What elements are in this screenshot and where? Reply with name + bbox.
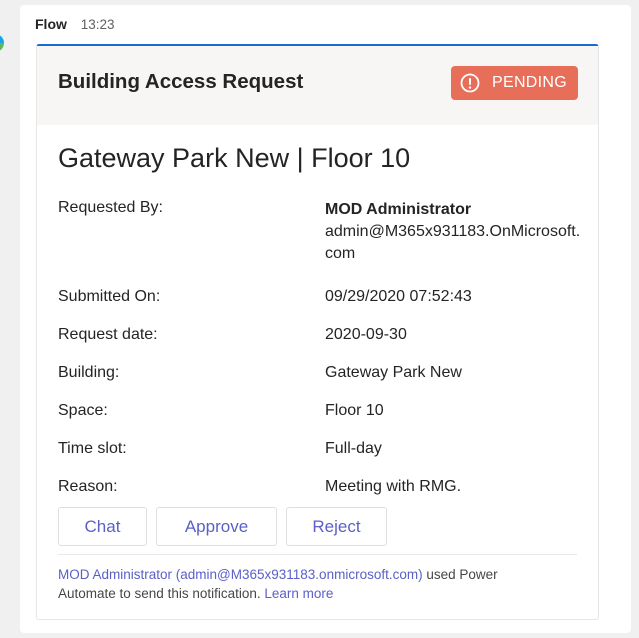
chat-button[interactable]: Chat bbox=[58, 507, 147, 546]
request-subject: Gateway Park New | Floor 10 bbox=[58, 143, 411, 173]
fact-value-space: Floor 10 bbox=[325, 402, 384, 419]
message-sender: Flow bbox=[35, 16, 67, 32]
card-actions: Chat Approve Reject bbox=[58, 507, 396, 546]
fact-label-reason: Reason: bbox=[58, 478, 118, 495]
status-badge: PENDING bbox=[451, 66, 578, 100]
fact-value-request-date: 2020-09-30 bbox=[325, 326, 407, 343]
adaptive-card: Building Access Request PENDING Gateway … bbox=[36, 44, 599, 620]
footer-divider bbox=[58, 554, 577, 555]
approve-button[interactable]: Approve bbox=[156, 507, 277, 546]
message-bubble: Flow 13:23 Building Access Request PENDI… bbox=[20, 5, 631, 633]
learn-more-link[interactable]: Learn more bbox=[264, 586, 333, 601]
message-header: Flow 13:23 bbox=[35, 16, 115, 32]
reject-button[interactable]: Reject bbox=[286, 507, 387, 546]
status-label: PENDING bbox=[492, 74, 567, 91]
sender-avatar[interactable] bbox=[0, 34, 4, 52]
fact-value-submitted-on: 09/29/2020 07:52:43 bbox=[325, 288, 472, 305]
card-title: Building Access Request bbox=[58, 70, 304, 93]
fact-label-submitted-on: Submitted On: bbox=[58, 288, 161, 305]
alert-circle-icon bbox=[460, 73, 480, 93]
fact-label-requested-by: Requested By: bbox=[58, 199, 163, 216]
card-footer: MOD Administrator (admin@M365x931183.onm… bbox=[58, 565, 558, 603]
fact-value-reason: Meeting with RMG. bbox=[325, 478, 462, 495]
fact-value-requested-by-email: admin@M365x931183.OnMicrosoft.com bbox=[325, 223, 581, 262]
fact-value-building: Gateway Park New bbox=[325, 364, 462, 381]
fact-label-time-slot: Time slot: bbox=[58, 440, 127, 457]
message-timestamp: 13:23 bbox=[80, 17, 115, 32]
fact-label-building: Building: bbox=[58, 364, 120, 381]
fact-value-time-slot: Full-day bbox=[325, 440, 382, 457]
fact-label-space: Space: bbox=[58, 402, 108, 419]
sender-link[interactable]: MOD Administrator (admin@M365x931183.onm… bbox=[58, 567, 423, 582]
fact-label-request-date: Request date: bbox=[58, 326, 158, 343]
card-header: Building Access Request PENDING bbox=[37, 46, 598, 125]
fact-value-requested-by-name: MOD Administrator bbox=[325, 201, 472, 218]
